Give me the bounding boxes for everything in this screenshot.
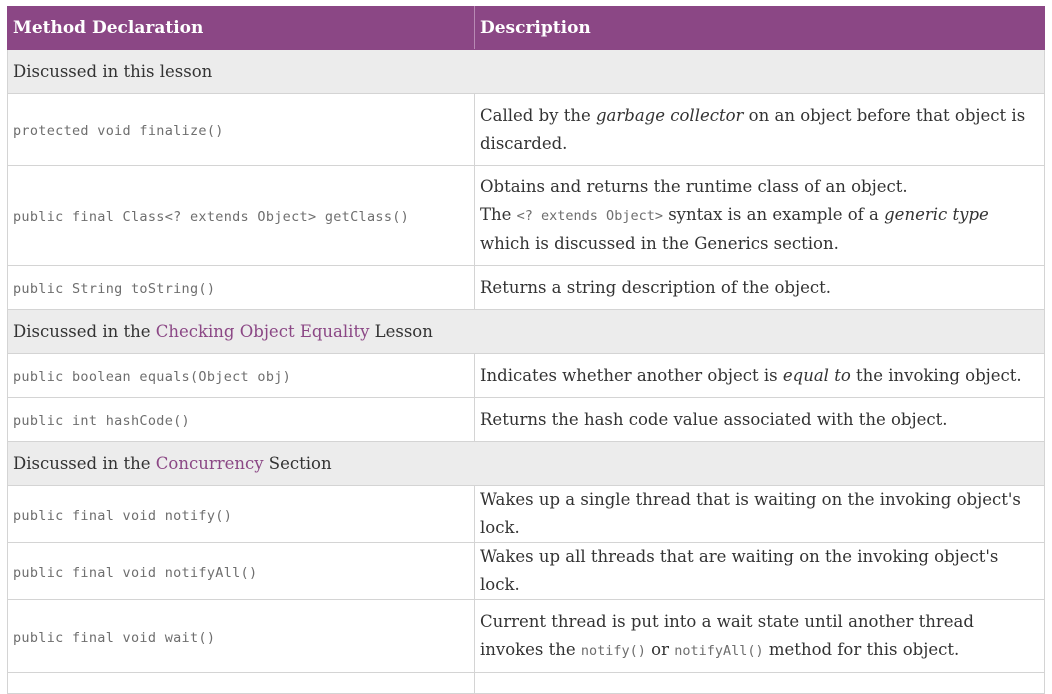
table-row: public final Class<? extends Object> get… (7, 165, 1045, 266)
method-cell: public final void notify() (7, 485, 475, 543)
method-cell: public String toString() (7, 265, 475, 310)
table-row: public boolean equals(Object obj) Indica… (7, 353, 1045, 398)
section-row-this-lesson: Discussed in this lesson (7, 49, 1045, 94)
description-cell: Called by the garbage collector on an ob… (474, 93, 1045, 166)
description-text: Obtains and returns the runtime class of… (480, 177, 908, 196)
method-cell (7, 672, 475, 694)
description-cell: Returns the hash code value associated w… (474, 397, 1045, 442)
section-label: Discussed in this lesson (7, 49, 1045, 94)
description-cell: Returns a string description of the obje… (474, 265, 1045, 310)
section-label: Discussed in the Concurrency Section (7, 441, 1045, 486)
column-header-description: Description (474, 6, 1045, 50)
description-cell (474, 672, 1045, 694)
description-text: method for this object. (763, 639, 960, 659)
checking-object-equality-link[interactable]: Checking Object Equality (156, 322, 370, 341)
method-cell: protected void finalize() (7, 93, 475, 166)
description-emphasis: generic type (884, 205, 989, 224)
description-cell: Wakes up all threads that are waiting on… (474, 542, 1045, 600)
method-signature: public final void wait() (13, 629, 216, 646)
method-signature: protected void finalize() (13, 123, 224, 139)
table-row: public final void notify() Wakes up a si… (7, 485, 1045, 543)
method-signature: public int hashCode() (13, 413, 190, 429)
inline-code: <? extends Object> (516, 208, 663, 224)
table-row-partial (7, 672, 1045, 694)
section-label: Discussed in the Checking Object Equalit… (7, 309, 1045, 354)
method-signature: public final Class<? extends Object> get… (13, 209, 410, 225)
description-cell: Current thread is put into a wait state … (474, 599, 1045, 673)
header-row: Method Declaration Description (7, 6, 1045, 50)
section-row-concurrency: Discussed in the Concurrency Section (7, 441, 1045, 486)
method-cell: public final void notifyAll() (7, 542, 475, 600)
description-text: the invoking object. (850, 365, 1022, 385)
description-text: Indicates whether another object is (480, 365, 783, 385)
description-text: Called by the (480, 105, 596, 125)
method-cell: public final Class<? extends Object> get… (7, 165, 475, 266)
section-label-text: Discussed in the (13, 454, 156, 473)
table-row: public final void wait() Current thread … (7, 599, 1045, 673)
table-row: public String toString() Returns a strin… (7, 265, 1045, 310)
section-label-text: Discussed in the (13, 322, 156, 341)
description-text: The (480, 205, 517, 224)
inline-code: notifyAll() (674, 642, 764, 659)
section-row-equality: Discussed in the Checking Object Equalit… (7, 309, 1045, 354)
method-signature: public String toString() (13, 281, 216, 297)
description-emphasis: garbage collector (595, 105, 744, 125)
table-row: protected void finalize() Called by the … (7, 93, 1045, 166)
column-header-method: Method Declaration (7, 6, 475, 50)
method-signature: public final void notify() (13, 507, 233, 524)
description-cell: Obtains and returns the runtime class of… (474, 165, 1045, 266)
description-cell: Indicates whether another object is equa… (474, 353, 1045, 398)
description-text: syntax is an example of a (662, 205, 885, 224)
method-signature: public boolean equals(Object obj) (13, 369, 292, 385)
description-emphasis: equal to (782, 365, 851, 385)
section-label-text: Lesson (369, 322, 433, 341)
method-signature: public final void notifyAll() (13, 564, 258, 581)
method-cell: public final void wait() (7, 599, 475, 673)
method-cell: public boolean equals(Object obj) (7, 353, 475, 398)
table-row: public final void notifyAll() Wakes up a… (7, 542, 1045, 600)
description-cell: Wakes up a single thread that is waiting… (474, 485, 1045, 543)
object-methods-table: Method Declaration Description Discussed… (7, 6, 1045, 694)
inline-code: notify() (580, 642, 646, 659)
section-label-text: Section (263, 454, 332, 473)
concurrency-link[interactable]: Concurrency (156, 454, 264, 473)
description-text: which is discussed in the Generics secti… (480, 234, 839, 253)
method-cell: public int hashCode() (7, 397, 475, 442)
description-text: or (645, 639, 675, 659)
table-row: public int hashCode() Returns the hash c… (7, 397, 1045, 442)
